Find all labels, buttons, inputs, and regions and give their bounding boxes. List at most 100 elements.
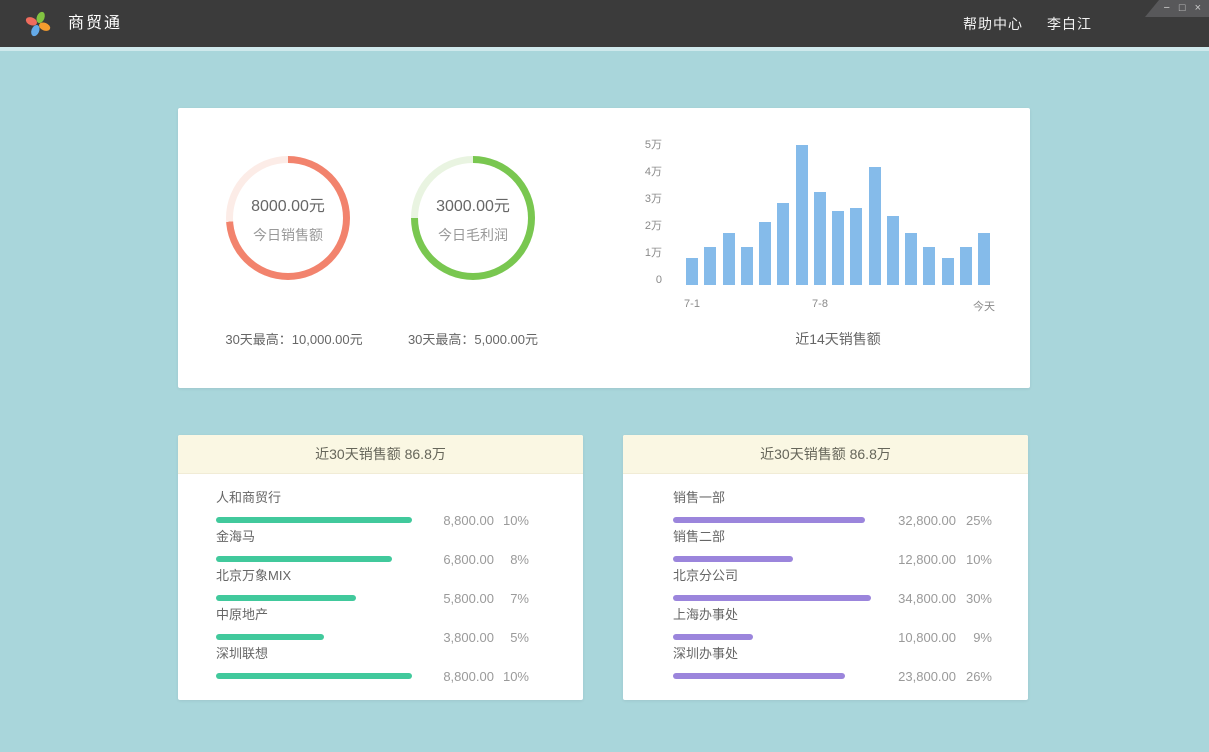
header-divider (0, 47, 1209, 51)
today-profit-value: 3000.00元 (436, 192, 510, 216)
rank-bar-track (216, 556, 416, 562)
department-rank-list: 销售一部 32,800.0025% 销售二部 12,800.0010% 北京分公司 34,… (623, 474, 1028, 685)
rank-row: 销售二部 12,800.0010% (673, 529, 992, 568)
rank-percent: 26% (956, 669, 992, 684)
rank-percent: 10% (494, 513, 529, 528)
rank-bar (216, 673, 412, 679)
rank-amount: 8,800.00 (416, 669, 494, 684)
rank-item-name: 销售一部 (673, 490, 992, 506)
rank-bar (216, 595, 356, 601)
chart-bar (923, 247, 935, 285)
customer-rank-list: 人和商贸行8,800.0010%金海马6,800.008%北京万象MIX5,80… (178, 474, 583, 685)
rank-bar (673, 673, 845, 679)
chart-bar (869, 167, 881, 285)
rank-item-name: 上海办事处 (673, 607, 992, 623)
rank-bar (673, 595, 871, 601)
chart-bar (704, 247, 716, 285)
chart-bar (741, 247, 753, 285)
department-rank-title: 近30天销售额 86.8万 (623, 435, 1028, 474)
chart-bar (759, 222, 771, 285)
rank-amount: 3,800.00 (416, 630, 494, 645)
chart-x-axis: 7-17-8今天 (686, 298, 990, 314)
rank-item-name: 人和商贸行 (216, 490, 529, 506)
rank-amount: 8,800.00 (416, 513, 494, 528)
rank-item-line: 32,800.0025% (673, 513, 992, 527)
today-sales-value: 8000.00元 (251, 192, 325, 216)
rank-row: 上海办事处 10,800.009% (673, 607, 992, 646)
customer-rank-card: 近30天销售额 86.8万 人和商贸行8,800.0010%金海马6,800.0… (178, 435, 583, 700)
customer-rank-title: 近30天销售额 86.8万 (178, 435, 583, 474)
today-profit-ring: 3000.00元 今日毛利润 (411, 156, 535, 280)
minimize-icon[interactable]: − (1163, 0, 1169, 17)
app-title: 商贸通 (68, 0, 122, 47)
chart-bar (777, 203, 789, 285)
rank-row: 北京分公司 34,800.0030% (673, 568, 992, 607)
help-center-link[interactable]: 帮助中心 (963, 14, 1023, 34)
maximize-icon[interactable]: □ (1179, 0, 1186, 17)
today-sales-ring-center: 8000.00元 今日销售额 (233, 163, 343, 273)
rank-bar-track (216, 634, 416, 640)
profit-30d-max-note: 30天最高：5,000.00元 (357, 329, 589, 348)
rank-row: 深圳联想 8,800.0010% (216, 646, 529, 685)
y-tick-label: 2万 (598, 218, 662, 234)
chart-y-axis: 5万4万3万2万1万0 (598, 108, 662, 293)
rank-percent: 7% (494, 591, 529, 606)
rank-row: 北京万象MIX 5,800.007% (216, 568, 529, 607)
y-tick-label: 1万 (598, 245, 662, 261)
rank-item-line: 8,800.0010% (216, 669, 529, 683)
rank-bar (673, 634, 753, 640)
chart-bar (796, 145, 808, 285)
rank-bar-track (216, 517, 416, 523)
rank-percent: 10% (494, 669, 529, 684)
rank-bar (673, 556, 793, 562)
rank-bar-track (216, 673, 416, 679)
close-icon[interactable]: × (1195, 0, 1201, 17)
rank-percent: 25% (956, 513, 992, 528)
today-profit-label: 今日毛利润 (438, 225, 508, 245)
y-tick-label: 0 (598, 272, 662, 288)
rank-amount: 10,800.00 (876, 630, 956, 645)
rank-amount: 34,800.00 (876, 591, 956, 606)
rank-item-name: 深圳办事处 (673, 646, 992, 662)
titlebar: 商贸通 帮助中心 李白江 − □ × (0, 0, 1209, 47)
y-tick-label: 4万 (598, 164, 662, 180)
rank-item-line: 3,800.005% (216, 630, 529, 644)
rank-item-name: 北京万象MIX (216, 568, 529, 584)
rank-amount: 23,800.00 (876, 669, 956, 684)
rank-bar-track (673, 595, 873, 601)
rank-percent: 10% (956, 552, 992, 567)
user-menu[interactable]: 李白江 (1047, 14, 1092, 34)
rank-percent: 30% (956, 591, 992, 606)
y-tick-label: 3万 (598, 191, 662, 207)
rank-item-line: 5,800.007% (216, 591, 529, 605)
chart-bar (723, 233, 735, 285)
rank-percent: 8% (494, 552, 529, 567)
chart-bar (887, 216, 899, 285)
rank-bar-track (216, 595, 416, 601)
rank-item-name: 销售二部 (673, 529, 992, 545)
rank-row: 深圳办事处 23,800.0026% (673, 646, 992, 685)
x-tick-label: 今天 (973, 298, 995, 314)
rank-bar (216, 556, 392, 562)
chart-bar (978, 233, 990, 285)
x-tick-label: 7-1 (684, 298, 700, 310)
today-overview-card: 8000.00元 今日销售额 30天最高：10,000.00元 3000.00元… (178, 108, 1030, 388)
rank-item-line: 10,800.009% (673, 630, 992, 644)
rank-item-name: 深圳联想 (216, 646, 529, 662)
chart-bar (814, 192, 826, 285)
rank-item-line: 34,800.0030% (673, 591, 992, 605)
titlebar-menu: 帮助中心 李白江 (963, 0, 1092, 47)
today-profit-ring-center: 3000.00元 今日毛利润 (418, 163, 528, 273)
rank-item-name: 金海马 (216, 529, 529, 545)
rank-item-line: 12,800.0010% (673, 552, 992, 566)
rank-bar (216, 517, 412, 523)
rank-item-line: 6,800.008% (216, 552, 529, 566)
rank-item-name: 北京分公司 (673, 568, 992, 584)
chart-bar (905, 233, 917, 285)
rank-bar-track (673, 634, 873, 640)
chart-bar (832, 211, 844, 285)
rank-item-name: 中原地产 (216, 607, 529, 623)
rank-bar-track (673, 673, 873, 679)
chart-bar (850, 208, 862, 285)
department-rank-card: 近30天销售额 86.8万 销售一部 32,800.0025% 销售二部 12,800… (623, 435, 1028, 700)
